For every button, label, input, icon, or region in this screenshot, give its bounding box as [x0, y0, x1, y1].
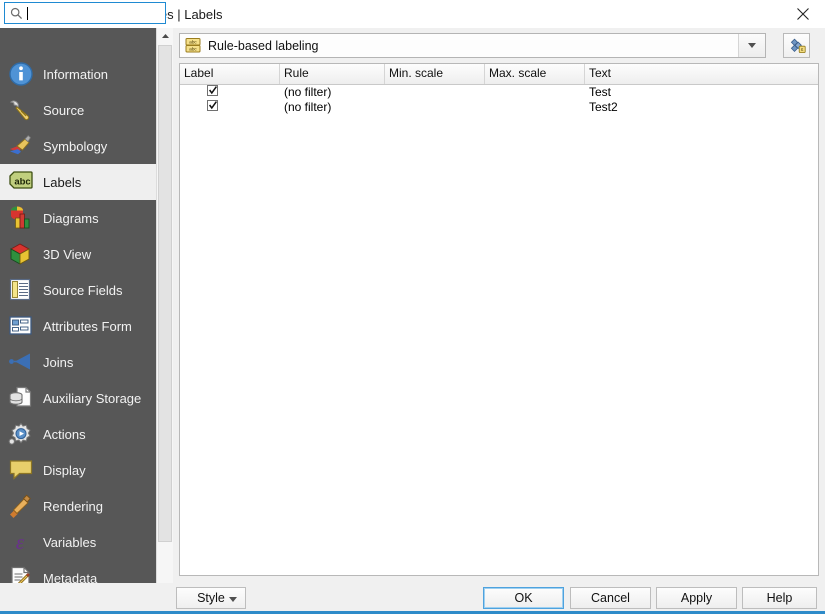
- sidebar-item-variables[interactable]: ε Variables: [0, 524, 156, 560]
- column-header-max-scale[interactable]: Max. scale: [485, 64, 585, 84]
- sidebar-item-label: Attributes Form: [43, 318, 132, 334]
- sidebar-item-label: Source: [43, 102, 85, 118]
- text-cell[interactable]: Test2: [585, 100, 818, 115]
- rules-table-body: (no filter) Test (no filter) Test2: [180, 85, 818, 115]
- rules-table-header: Label Rule Min. scale Max. scale Text: [180, 64, 818, 85]
- actions-icon: [8, 421, 34, 447]
- text-cell[interactable]: Test: [585, 85, 818, 100]
- diagrams-icon: [8, 205, 34, 231]
- data-defined-override-icon[interactable]: ε: [783, 33, 810, 58]
- sidebar-item-label: Actions: [43, 426, 86, 442]
- sidebar-item-label: Labels: [43, 174, 82, 190]
- sidebar-item-information[interactable]: Information: [0, 56, 156, 92]
- search-container: [0, 1, 170, 27]
- apply-button-label: Apply: [680, 591, 713, 605]
- sidebar: Information Source Symbology abc Labels D…: [0, 28, 156, 611]
- help-button[interactable]: Help: [742, 587, 817, 609]
- labels-abc-icon: abc: [8, 169, 34, 195]
- column-header-rule[interactable]: Rule: [280, 64, 385, 84]
- attributes-form-icon: [8, 313, 34, 339]
- sidebar-item-label: Diagrams: [43, 210, 99, 226]
- table-row[interactable]: (no filter) Test: [180, 85, 818, 100]
- max-scale-cell[interactable]: [485, 100, 585, 115]
- ok-button-label: OK: [514, 591, 533, 605]
- 3d-view-icon: [8, 241, 34, 267]
- sidebar-item-3d-view[interactable]: 3D View: [0, 236, 156, 272]
- rule-cell[interactable]: (no filter): [280, 100, 385, 115]
- sidebar-item-label: Joins: [43, 354, 74, 370]
- min-scale-cell[interactable]: [385, 85, 485, 100]
- sidebar-item-diagrams[interactable]: Diagrams: [0, 200, 156, 236]
- sidebar-scrollbar-thumb[interactable]: [158, 45, 172, 542]
- apply-button[interactable]: Apply: [656, 587, 737, 609]
- dialog-footer: Style OK Cancel Apply Help: [0, 583, 825, 614]
- sidebar-item-source[interactable]: Source: [0, 92, 156, 128]
- joins-icon: [8, 349, 34, 375]
- information-icon: [8, 61, 34, 87]
- sidebar-item-label: 3D View: [43, 246, 92, 262]
- cancel-button[interactable]: Cancel: [570, 587, 651, 609]
- search-caret: [27, 6, 28, 20]
- rule-cell[interactable]: (no filter): [280, 85, 385, 100]
- svg-text:abc: abc: [14, 177, 30, 188]
- symbology-icon: [8, 133, 34, 159]
- help-button-label: Help: [766, 591, 793, 605]
- source-fields-icon: [8, 277, 34, 303]
- style-button-label: Style: [197, 591, 225, 605]
- sidebar-item-labels[interactable]: abc Labels: [0, 164, 156, 200]
- rule-enabled-cell: [180, 100, 280, 115]
- display-icon: [8, 457, 34, 483]
- chevron-down-icon: [229, 597, 237, 602]
- sidebar-item-label: Information: [43, 66, 109, 82]
- column-header-min-scale[interactable]: Min. scale: [385, 64, 485, 84]
- rules-table[interactable]: Label Rule Min. scale Max. scale Text (no fi…: [179, 63, 819, 576]
- search-input[interactable]: [4, 2, 166, 24]
- variables-icon: ε: [8, 529, 34, 555]
- sidebar-item-label: Auxiliary Storage: [43, 390, 142, 406]
- sidebar-item-actions[interactable]: Actions: [0, 416, 156, 452]
- rule-enabled-checkbox[interactable]: [207, 100, 218, 111]
- close-icon[interactable]: [780, 0, 825, 27]
- svg-text:ε: ε: [16, 530, 25, 554]
- sidebar-item-joins[interactable]: Joins: [0, 344, 156, 380]
- style-button[interactable]: Style: [176, 587, 246, 609]
- column-header-label[interactable]: Label: [180, 64, 280, 84]
- rendering-icon: [8, 493, 34, 519]
- sidebar-scrollbar[interactable]: [156, 28, 173, 611]
- table-row[interactable]: (no filter) Test2: [180, 100, 818, 115]
- rule-based-labeling-icon: abc abc: [185, 37, 202, 54]
- cancel-button-label: Cancel: [591, 591, 630, 605]
- chevron-down-icon[interactable]: [738, 34, 765, 57]
- search-icon: [10, 7, 23, 19]
- rule-enabled-checkbox[interactable]: [207, 85, 218, 96]
- sidebar-item-label: Rendering: [43, 498, 103, 514]
- source-icon: [8, 97, 34, 123]
- layer-properties-dialog: Layer Properties - states | Labels Infor…: [0, 0, 825, 614]
- sidebar-item-attributes-form[interactable]: Attributes Form: [0, 308, 156, 344]
- labeling-mode-combobox[interactable]: abc abc Rule-based labeling: [179, 33, 766, 58]
- sidebar-item-label: Symbology: [43, 138, 108, 154]
- sidebar-item-auxiliary-storage[interactable]: Auxiliary Storage: [0, 380, 156, 416]
- sidebar-item-label: Variables: [43, 534, 97, 550]
- sidebar-item-rendering[interactable]: Rendering: [0, 488, 156, 524]
- labeling-mode-value: Rule-based labeling: [208, 38, 319, 53]
- sidebar-item-display[interactable]: Display: [0, 452, 156, 488]
- sidebar-item-label: Display: [43, 462, 86, 478]
- column-header-text[interactable]: Text: [585, 64, 818, 84]
- rule-enabled-cell: [180, 85, 280, 100]
- scroll-up-icon[interactable]: [157, 28, 173, 44]
- main-panel: abc abc Rule-based labeling ε Label Rule…: [173, 28, 825, 611]
- min-scale-cell[interactable]: [385, 100, 485, 115]
- sidebar-item-label: Source Fields: [43, 282, 123, 298]
- sidebar-item-symbology[interactable]: Symbology: [0, 128, 156, 164]
- sidebar-item-source-fields[interactable]: Source Fields: [0, 272, 156, 308]
- max-scale-cell[interactable]: [485, 85, 585, 100]
- sidebar-nav-list: Information Source Symbology abc Labels D…: [0, 56, 156, 611]
- labeling-mode-row: abc abc Rule-based labeling ε: [179, 33, 819, 59]
- svg-text:abc: abc: [189, 40, 197, 45]
- auxiliary-storage-icon: [8, 385, 34, 411]
- svg-text:abc: abc: [189, 47, 197, 52]
- ok-button[interactable]: OK: [483, 587, 564, 609]
